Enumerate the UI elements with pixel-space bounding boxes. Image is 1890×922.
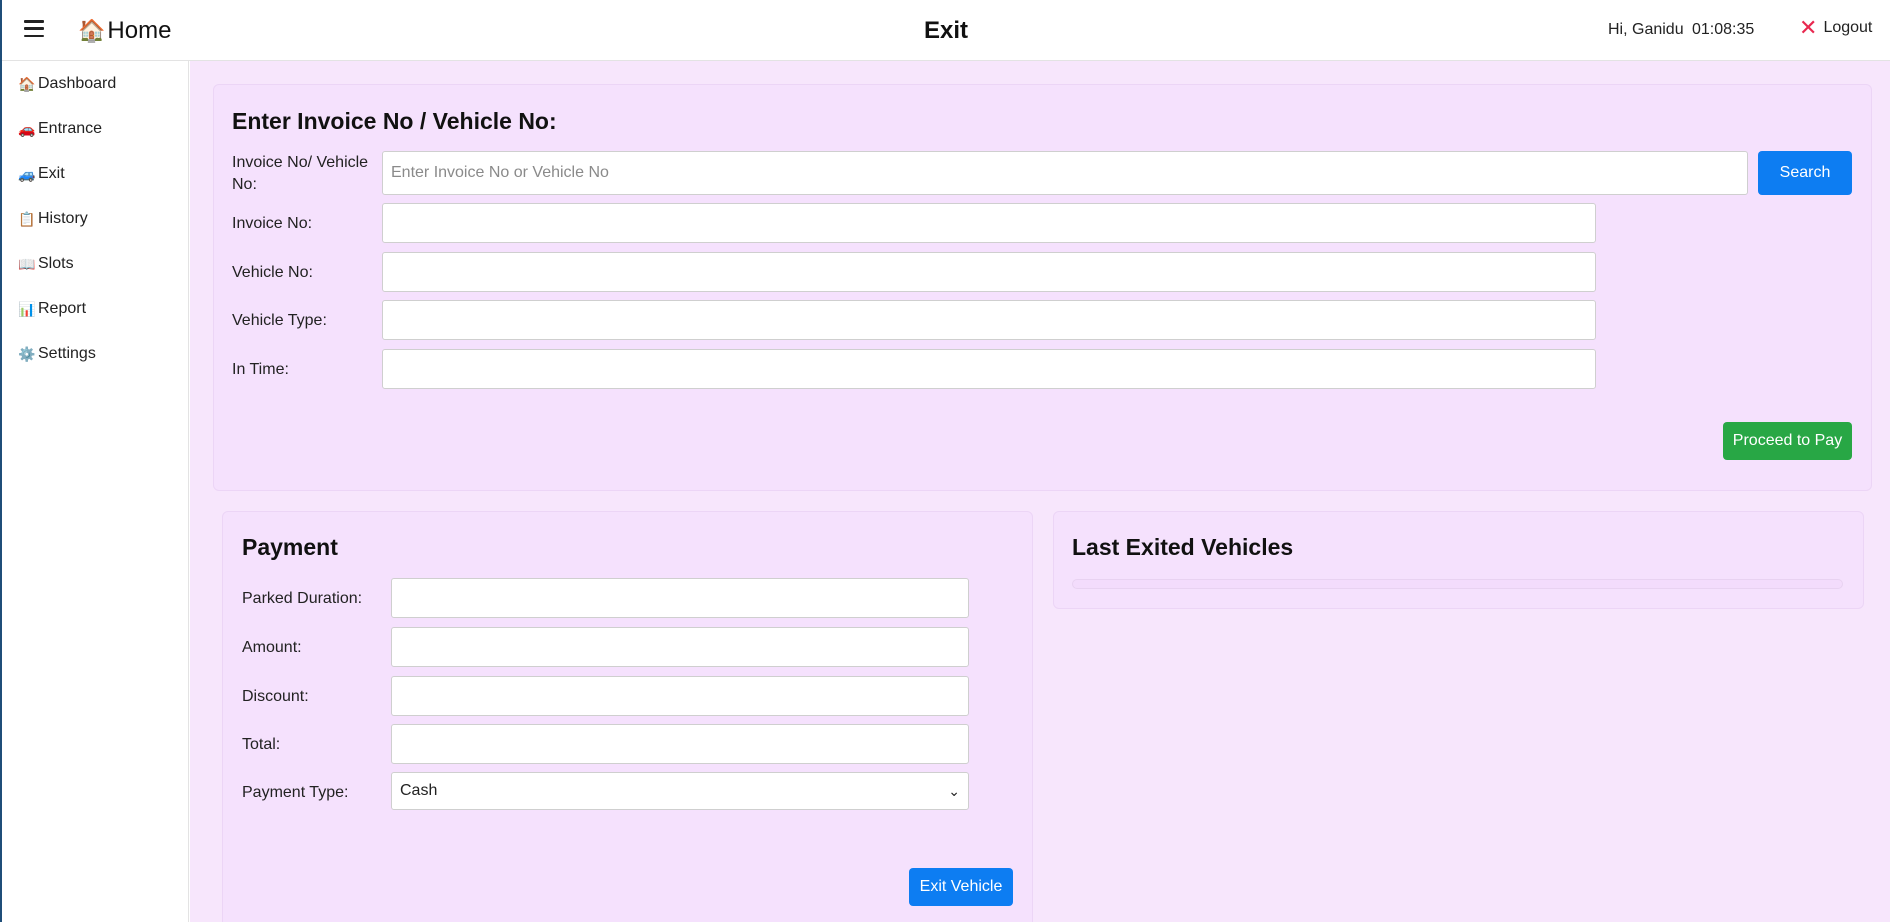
parked-duration-label: Parked Duration: [242,590,363,607]
total-field[interactable] [391,724,969,764]
payment-card: Payment Parked Duration: Amount: Discoun… [222,511,1033,922]
logout-button[interactable]: ✕ Logout [1799,17,1872,39]
sidebar-item-label: Entrance [38,120,103,137]
house-icon: 🏠 [18,75,36,92]
top-header: 🏠 Home Exit Hi, Ganidu 01:08:35 ✕ Logout [2,0,1890,61]
last-exited-list [1072,579,1843,589]
main-content: Enter Invoice No / Vehicle No: Invoice N… [190,61,1890,922]
page-title: Exit [923,17,968,44]
clipboard-icon: 📋 [18,210,36,227]
in-time-label: In Time: [232,361,289,378]
bar-chart-icon: 📊 [18,300,36,317]
logout-label: Logout [1823,19,1873,36]
last-exited-vehicles-card: Last Exited Vehicles [1053,511,1864,609]
book-icon: 📖 [18,255,36,272]
clock: 01:08:35 [1692,21,1755,38]
car-icon: 🚗 [18,120,36,137]
user-greeting: Hi, Ganidu [1608,21,1684,38]
amount-field[interactable] [391,627,969,667]
discount-label: Discount: [242,688,309,705]
parked-duration-field[interactable] [391,578,969,618]
sidebar-item-label: Dashboard [38,75,117,92]
sidebar-item-entrance[interactable]: 🚗 Entrance [18,117,102,141]
invoice-no-label: Invoice No: [232,215,313,232]
invoice-search-card: Enter Invoice No / Vehicle No: Invoice N… [213,84,1872,491]
search-input[interactable]: Enter Invoice No or Vehicle No [382,151,1748,195]
sidebar-item-settings[interactable]: ⚙️ Settings [18,342,96,366]
sidebar-item-history[interactable]: 📋 History [18,207,88,231]
sidebar-item-report[interactable]: 📊 Report [18,297,86,321]
vehicle-type-field[interactable] [382,300,1596,340]
vehicle-no-field[interactable] [382,252,1596,292]
sidebar-item-slots[interactable]: 📖 Slots [18,252,74,276]
search-button[interactable]: Search [1758,151,1852,195]
sidebar-item-label: Slots [38,255,74,272]
search-field-label: Invoice No/ Vehicle No: [232,154,369,193]
exit-vehicle-button[interactable]: Exit Vehicle [909,868,1013,906]
sidebar-item-exit[interactable]: 🚙 Exit [18,162,65,186]
vehicle-no-label: Vehicle No: [232,264,313,281]
vehicle-type-label: Vehicle Type: [232,312,327,329]
total-label: Total: [242,736,281,753]
gear-icon: ⚙️ [18,345,36,362]
amount-label: Amount: [242,639,302,656]
payment-card-title: Payment [242,534,338,560]
invoice-no-field[interactable] [382,203,1596,243]
suv-icon: 🚙 [18,165,36,182]
sidebar-item-label: Exit [38,165,65,182]
close-icon: ✕ [1799,15,1818,40]
sidebar-item-dashboard[interactable]: 🏠 Dashboard [18,72,116,96]
payment-type-label: Payment Type: [242,784,349,801]
in-time-field[interactable] [382,349,1596,389]
payment-type-select[interactable]: Cash ⌄ [391,772,969,810]
sidebar-item-label: Report [38,300,87,317]
payment-type-value: Cash [400,782,438,799]
proceed-to-pay-button[interactable]: Proceed to Pay [1723,422,1852,460]
discount-field[interactable] [391,676,969,716]
sidebar-item-label: Settings [38,345,96,362]
last-exited-title: Last Exited Vehicles [1072,534,1294,560]
chevron-down-icon: ⌄ [948,783,960,799]
sidebar-item-label: History [38,210,88,227]
search-card-title: Enter Invoice No / Vehicle No: [232,108,557,134]
sidebar: 🏠 Dashboard 🚗 Entrance 🚙 Exit 📋 History … [2,61,189,922]
